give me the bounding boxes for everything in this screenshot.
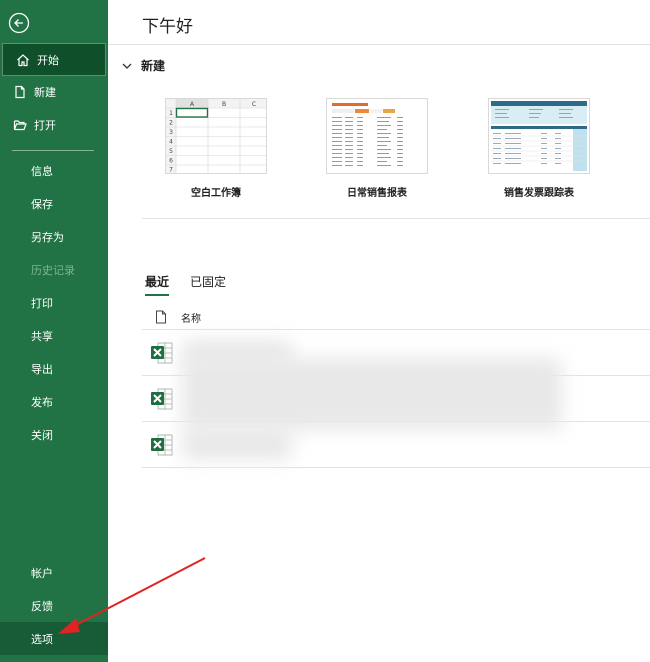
sidebar-item-print[interactable]: 打印 [0, 286, 108, 319]
header-divider [108, 44, 650, 45]
sidebar-item-label: 反馈 [31, 599, 53, 613]
sidebar-item-label: 打印 [31, 296, 53, 310]
sidebar-item-close[interactable]: 关闭 [0, 418, 108, 451]
row-header: 3 [169, 129, 173, 136]
open-folder-icon [12, 117, 28, 133]
sidebar-item-new[interactable]: 新建 [0, 75, 108, 108]
sidebar-item-feedback[interactable]: 反馈 [0, 589, 108, 622]
excel-file-icon [151, 434, 173, 456]
blurred-file-name [182, 358, 562, 430]
recent-file-row[interactable] [142, 358, 650, 430]
sidebar-item-label: 共享 [31, 329, 53, 343]
sidebar-item-export[interactable]: 导出 [0, 352, 108, 385]
sidebar-item-label: 发布 [31, 395, 53, 409]
home-icon [15, 52, 31, 68]
sidebar-item-share[interactable]: 共享 [0, 319, 108, 352]
sidebar-item-publish[interactable]: 发布 [0, 385, 108, 418]
excel-file-icon [151, 388, 173, 410]
section-divider [142, 218, 650, 219]
tab-pinned[interactable]: 已固定 [190, 273, 226, 296]
sidebar-item-info[interactable]: 信息 [0, 154, 108, 187]
chevron-down-icon [122, 62, 132, 70]
template-caption: 销售发票跟踪表 [504, 188, 574, 199]
back-arrow-icon[interactable] [8, 12, 30, 34]
sidebar-item-label: 关闭 [31, 428, 53, 442]
column-header: B [222, 101, 226, 108]
sidebar-item-label: 导出 [31, 362, 53, 376]
template-blank-workbook[interactable]: A B C 1 2 3 4 5 6 7 空白工作簿 [165, 98, 267, 199]
blank-sheet-preview: A B C 1 2 3 4 5 6 7 [166, 99, 266, 173]
excel-file-icon [151, 342, 173, 364]
sidebar-item-label: 帐户 [31, 566, 53, 580]
sidebar-item-label: 信息 [31, 164, 53, 178]
sidebar-item-label: 开始 [37, 53, 59, 67]
sidebar-item-label: 新建 [34, 85, 56, 99]
sidebar-item-label: 选项 [31, 632, 53, 646]
sidebar-item-label: 另存为 [31, 230, 64, 244]
row-header: 1 [169, 110, 173, 117]
template-sales-invoice-tracker[interactable]: 销售发票跟踪表 [488, 98, 590, 199]
template-thumbnail [326, 98, 428, 174]
invoice-tracker-preview [491, 101, 587, 171]
template-thumbnail: A B C 1 2 3 4 5 6 7 [165, 98, 267, 174]
page-title: 下午好 [142, 17, 193, 37]
sidebar-item-label: 历史记录 [31, 263, 75, 277]
backstage-sidebar: 开始 新建 打开 信息 保存 另存为 历史记录 打印 共享 导出 发布 关闭 帐… [0, 0, 108, 662]
sidebar-item-options[interactable]: 选项 [0, 622, 108, 655]
row-header: 4 [169, 139, 173, 146]
sidebar-item-save-as[interactable]: 另存为 [0, 220, 108, 253]
template-caption: 日常销售报表 [347, 188, 407, 199]
row-header: 7 [169, 167, 173, 174]
template-caption: 空白工作簿 [191, 188, 241, 199]
sidebar-item-home[interactable]: 开始 [2, 43, 106, 76]
recent-file-row[interactable] [142, 422, 650, 468]
sidebar-item-open[interactable]: 打开 [0, 108, 108, 141]
sidebar-divider [12, 150, 94, 151]
row-header: 2 [169, 120, 173, 127]
new-section-label: 新建 [141, 59, 166, 73]
column-header: C [252, 101, 256, 108]
sidebar-item-save[interactable]: 保存 [0, 187, 108, 220]
recent-tabs: 最近 已固定 [145, 273, 247, 296]
template-thumbnail [488, 98, 590, 174]
new-section-header[interactable]: 新建 [122, 57, 165, 74]
file-type-icon [155, 310, 167, 324]
new-file-icon [12, 84, 28, 100]
sidebar-item-history: 历史记录 [0, 253, 108, 286]
row-header: 6 [169, 158, 173, 165]
sidebar-item-label: 打开 [34, 118, 56, 132]
row-header: 5 [169, 148, 173, 155]
sidebar-item-label: 保存 [31, 197, 53, 211]
tab-recent[interactable]: 最近 [145, 273, 170, 296]
sidebar-item-account[interactable]: 帐户 [0, 556, 108, 589]
column-name-header[interactable]: 名称 [181, 310, 201, 325]
template-daily-sales-report[interactable]: 日常销售报表 [326, 98, 428, 199]
blurred-file-name [182, 428, 292, 460]
sales-report-preview [332, 103, 403, 166]
file-list-header: 名称 [142, 305, 650, 330]
